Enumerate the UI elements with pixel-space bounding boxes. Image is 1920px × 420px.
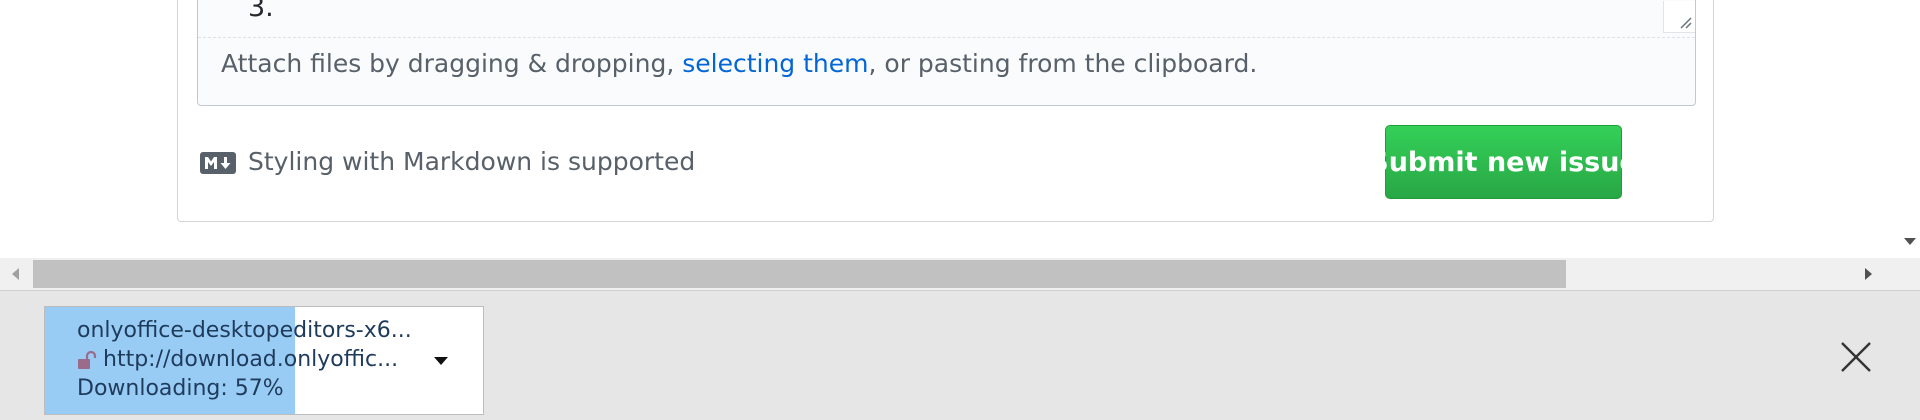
scroll-left-icon[interactable] (0, 258, 32, 290)
close-icon[interactable] (1838, 339, 1874, 375)
vertical-scrollbar[interactable] (1900, 0, 1920, 226)
download-bar: onlyoffice-desktopeditors-x6... http://d… (0, 290, 1920, 420)
markdown-note-label: Styling with Markdown is supported (248, 147, 696, 176)
markdown-support-note[interactable]: Styling with Markdown is supported (200, 147, 695, 176)
attach-suffix: , or pasting from the clipboard. (868, 49, 1258, 78)
comment-textarea[interactable]: 3. (198, 0, 1695, 38)
download-url: http://download.onlyoffic... (103, 347, 399, 372)
download-item[interactable]: onlyoffice-desktopeditors-x6... http://d… (44, 306, 484, 415)
attach-files-hint: Attach files by dragging & dropping, sel… (221, 49, 1257, 79)
comment-editor: 3. Attach files by dragging & dropping, … (197, 0, 1696, 106)
download-source-row: http://download.onlyoffic... (77, 346, 398, 374)
list-item-number: 3. (248, 0, 274, 23)
attach-prefix: Attach files by dragging & dropping, (221, 49, 683, 78)
resize-grip-icon[interactable] (1663, 1, 1695, 33)
horizontal-scroll-thumb[interactable] (33, 260, 1566, 288)
chevron-down-icon[interactable] (431, 353, 451, 367)
horizontal-scrollbar[interactable] (0, 258, 1920, 290)
submit-new-issue-button[interactable]: Submit new issue (1369, 125, 1638, 199)
page-content: 3. Attach files by dragging & dropping, … (0, 0, 1900, 258)
scroll-right-icon[interactable] (1852, 258, 1884, 290)
download-filename: onlyoffice-desktopeditors-x6... (77, 318, 412, 343)
unlocked-lock-icon (77, 350, 99, 370)
new-issue-form: 3. Attach files by dragging & dropping, … (177, 0, 1714, 222)
markdown-icon (200, 151, 236, 174)
scroll-down-icon[interactable] (1900, 226, 1920, 258)
select-files-link[interactable]: selecting them (682, 49, 868, 78)
download-status: Downloading: 57% (77, 376, 284, 401)
